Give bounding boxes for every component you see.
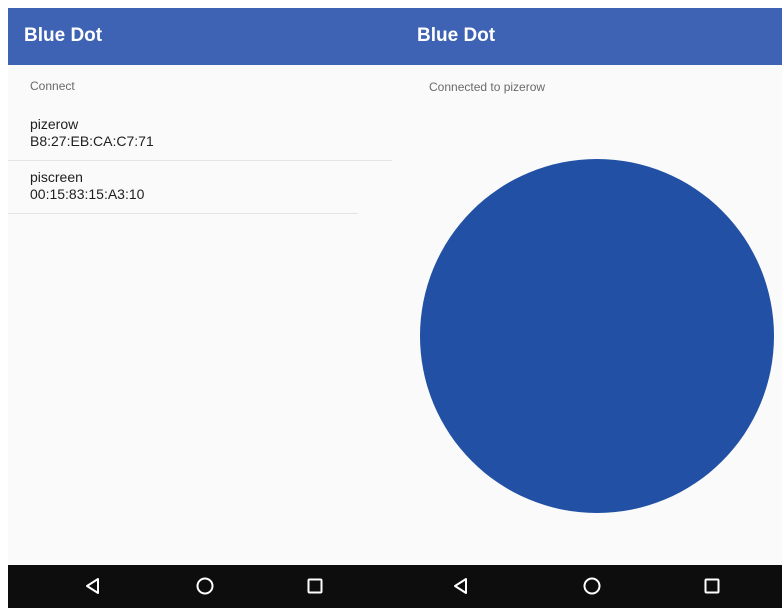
- device-address: B8:27:EB:CA:C7:71: [30, 133, 154, 149]
- device-list-item[interactable]: pizerow B8:27:EB:CA:C7:71: [8, 108, 392, 161]
- recents-button[interactable]: [295, 565, 335, 608]
- navigation-bar: [392, 565, 782, 608]
- home-button[interactable]: [572, 565, 612, 608]
- device-list-item[interactable]: piscreen 00:15:83:15:A3:10: [8, 161, 358, 214]
- app-bar: Blue Dot: [8, 8, 392, 65]
- home-icon: [196, 577, 214, 595]
- left-screen: Blue Dot Connect pizerow B8:27:EB:CA:C7:…: [8, 8, 392, 608]
- recents-button[interactable]: [692, 565, 732, 608]
- status-text: Connected to pizerow: [429, 80, 546, 94]
- back-icon: [454, 578, 467, 594]
- app-title: Blue Dot: [417, 25, 496, 46]
- connect-label: Connect: [30, 79, 75, 93]
- recents-icon: [307, 578, 323, 594]
- home-icon: [583, 577, 601, 595]
- right-screen: Blue Dot Connected to pizerow: [392, 8, 782, 608]
- app-bar: Blue Dot: [392, 8, 782, 65]
- app-title: Blue Dot: [24, 25, 103, 46]
- home-button[interactable]: [185, 565, 225, 608]
- blue-dot-button[interactable]: [420, 159, 774, 513]
- device-name: piscreen: [30, 169, 83, 185]
- device-name: pizerow: [30, 116, 79, 132]
- back-icon: [86, 578, 99, 594]
- back-button[interactable]: [441, 565, 481, 608]
- back-button[interactable]: [73, 565, 113, 608]
- device-address: 00:15:83:15:A3:10: [30, 186, 145, 202]
- recents-icon: [704, 578, 720, 594]
- navigation-bar: [8, 565, 392, 608]
